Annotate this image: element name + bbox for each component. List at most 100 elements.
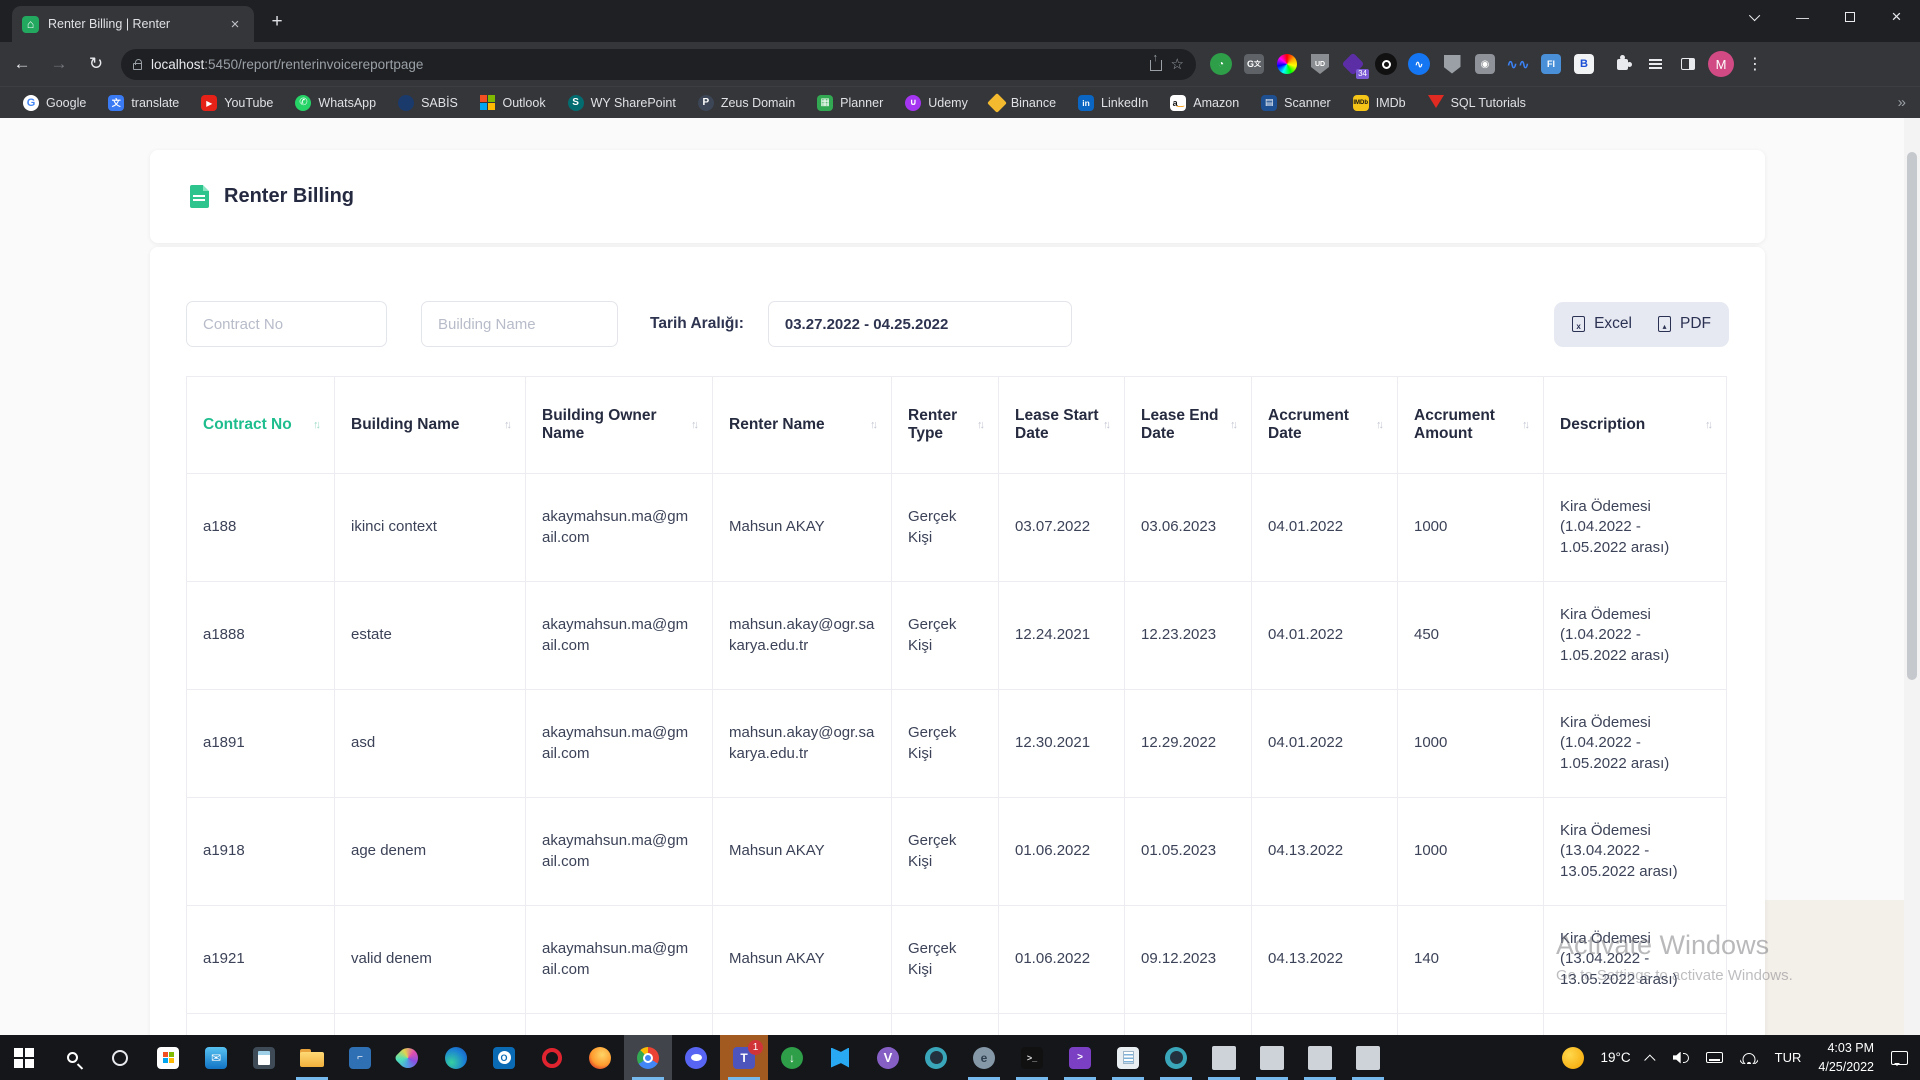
sort-icon[interactable]: ↑↓ — [1522, 419, 1527, 431]
pgadmin-taskbar-button[interactable] — [912, 1035, 960, 1080]
capture-extension-icon[interactable]: ◉ — [1472, 51, 1498, 77]
share-icon[interactable] — [1150, 60, 1162, 71]
bext-extension-icon[interactable]: B — [1571, 51, 1597, 77]
chrome-taskbar-button[interactable] — [624, 1035, 672, 1080]
date-range-input[interactable] — [768, 301, 1072, 347]
clock[interactable]: 4:03 PM 4/25/2022 — [1818, 1039, 1874, 1075]
extensions-puzzle-icon[interactable] — [1609, 51, 1635, 77]
start-taskbar-button[interactable] — [0, 1035, 48, 1080]
bookmark-sql-tutorials[interactable]: SQL Tutorials — [1419, 86, 1535, 119]
side-panel-icon[interactable] — [1675, 51, 1701, 77]
idmapp-taskbar-button[interactable]: ↓ — [768, 1035, 816, 1080]
tab-close-icon[interactable]: × — [226, 15, 244, 33]
action-center-icon[interactable] — [1891, 1051, 1908, 1065]
sqlwindow-taskbar-button[interactable] — [1248, 1035, 1296, 1080]
calculator-taskbar-button[interactable] — [240, 1035, 288, 1080]
bookmark-wy-sharepoint[interactable]: S WY SharePoint — [559, 92, 685, 114]
notepad-taskbar-button[interactable] — [1104, 1035, 1152, 1080]
profile-avatar[interactable]: M — [1708, 51, 1734, 77]
pgadmin2-taskbar-button[interactable] — [1152, 1035, 1200, 1080]
browser-tab[interactable]: ⌂ Renter Billing | Renter × — [12, 6, 254, 42]
address-bar[interactable]: localhost:5450/report/renterinvoicerepor… — [121, 49, 1196, 80]
reload-button[interactable]: ↻ — [81, 49, 111, 79]
sqlwindow-taskbar-button[interactable] — [1344, 1035, 1392, 1080]
forward-button[interactable]: → — [44, 49, 74, 79]
window-close-button[interactable]: × — [1873, 0, 1920, 34]
bookmark-sabi-s[interactable]: SABİS — [389, 92, 467, 114]
column-header-renter-name[interactable]: Renter Name↑↓ — [713, 377, 892, 474]
column-header-renter-type[interactable]: Renter Type↑↓ — [892, 377, 999, 474]
bookmark-google[interactable]: G Google — [14, 92, 95, 114]
weather-sun-icon[interactable] — [1562, 1047, 1584, 1069]
wifi-icon[interactable] — [1740, 1052, 1758, 1064]
outlookapp-taskbar-button[interactable]: O — [480, 1035, 528, 1080]
column-header-building-name[interactable]: Building Name↑↓ — [335, 377, 526, 474]
cortana-taskbar-button[interactable] — [96, 1035, 144, 1080]
sort-icon[interactable]: ↑↓ — [977, 419, 982, 431]
gtranslate-extension-icon[interactable]: G文 — [1241, 51, 1267, 77]
column-header-accrument-date[interactable]: Accrument Date↑↓ — [1252, 377, 1398, 474]
fontninja-extension-icon[interactable]: FI — [1538, 51, 1564, 77]
shazam-extension-icon[interactable]: ∿ — [1406, 51, 1432, 77]
teams-taskbar-button[interactable]: T1 — [720, 1035, 768, 1080]
sort-icon[interactable]: ↑↓ — [1705, 419, 1710, 431]
vscode-taskbar-button[interactable] — [816, 1035, 864, 1080]
bookmark-imdb[interactable]: IMDb IMDb — [1344, 92, 1415, 114]
temperature-readout[interactable]: 19°C — [1601, 1050, 1631, 1065]
camring-extension-icon[interactable] — [1373, 51, 1399, 77]
browser-menu-icon[interactable]: ⋮ — [1747, 54, 1763, 74]
paint3d-taskbar-button[interactable] — [384, 1035, 432, 1080]
bookmark-youtube[interactable]: ▸ YouTube — [192, 92, 282, 114]
sort-icon[interactable]: ↑↓ — [691, 419, 696, 431]
sort-icon[interactable]: ↑↓ — [504, 419, 509, 431]
bookmark-scanner[interactable]: ▤ Scanner — [1252, 92, 1340, 114]
touch-keyboard-icon[interactable] — [1706, 1052, 1723, 1063]
back-button[interactable]: ← — [7, 49, 37, 79]
bookmark-outlook[interactable]: Outlook — [471, 92, 555, 114]
bookmark-whatsapp[interactable]: ✆ WhatsApp — [286, 92, 385, 114]
sqlwindow-taskbar-button[interactable] — [1200, 1035, 1248, 1080]
sort-icon[interactable]: ↑↓ — [1230, 419, 1235, 431]
mail-taskbar-button[interactable]: ✉ — [192, 1035, 240, 1080]
sort-icon[interactable]: ↑↓ — [870, 419, 875, 431]
bookmark-translate[interactable]: 文 translate — [99, 92, 188, 114]
window-menu-chevron-icon[interactable] — [1732, 0, 1779, 34]
bookmark-udemy[interactable]: ∪ Udemy — [896, 92, 977, 114]
lock-icon[interactable] — [133, 63, 142, 70]
search-taskbar-button[interactable] — [48, 1035, 96, 1080]
volume-icon[interactable] — [1673, 1052, 1689, 1064]
column-header-lease-end-date[interactable]: Lease End Date↑↓ — [1125, 377, 1252, 474]
bookmark-amazon[interactable]: a‿ Amazon — [1161, 92, 1248, 114]
window-minimize-button[interactable]: — — [1779, 0, 1826, 34]
scrollbar-thumb[interactable] — [1907, 152, 1917, 680]
powershell-taskbar-button[interactable]: > — [1056, 1035, 1104, 1080]
column-header-description[interactable]: Description↑↓ — [1544, 377, 1727, 474]
column-header-contract-no[interactable]: Contract No↑↓ — [187, 377, 335, 474]
contract-no-input[interactable] — [186, 301, 387, 347]
visualstudio-taskbar-button[interactable]: V — [864, 1035, 912, 1080]
bookmark-planner[interactable]: ▦ Planner — [808, 92, 892, 114]
url-text[interactable]: localhost:5450/report/renterinvoicerepor… — [151, 57, 1141, 72]
pulse-extension-icon[interactable]: ∿∿ — [1505, 51, 1531, 77]
column-header-building-owner-name[interactable]: Building Owner Name↑↓ — [526, 377, 713, 474]
language-indicator[interactable]: TUR — [1775, 1050, 1802, 1065]
sort-icon[interactable]: ↑↓ — [1376, 419, 1381, 431]
discord-taskbar-button[interactable] — [672, 1035, 720, 1080]
explorer-taskbar-button[interactable] — [288, 1035, 336, 1080]
postgresql-taskbar-button[interactable]: e — [960, 1035, 1008, 1080]
edge-taskbar-button[interactable] — [432, 1035, 480, 1080]
shieldx-extension-icon[interactable] — [1439, 51, 1465, 77]
column-header-lease-start-date[interactable]: Lease Start Date↑↓ — [999, 377, 1125, 474]
building-name-input[interactable] — [421, 301, 618, 347]
bookmark-linkedin[interactable]: in LinkedIn — [1069, 92, 1157, 114]
hidden-icons-chevron[interactable] — [1644, 1054, 1655, 1065]
excel-export-button[interactable]: x Excel — [1572, 315, 1632, 333]
window-maximize-button[interactable] — [1826, 0, 1873, 34]
bookmarks-overflow-icon[interactable]: » — [1898, 94, 1906, 111]
device-taskbar-button[interactable]: ⌐ — [336, 1035, 384, 1080]
sqlwindow-taskbar-button[interactable] — [1296, 1035, 1344, 1080]
opera-taskbar-button[interactable] — [528, 1035, 576, 1080]
bookmark-binance[interactable]: Binance — [981, 93, 1065, 113]
okta-extension-icon[interactable]: 34 — [1340, 51, 1366, 77]
sort-icon[interactable]: ↑↓ — [313, 419, 318, 431]
